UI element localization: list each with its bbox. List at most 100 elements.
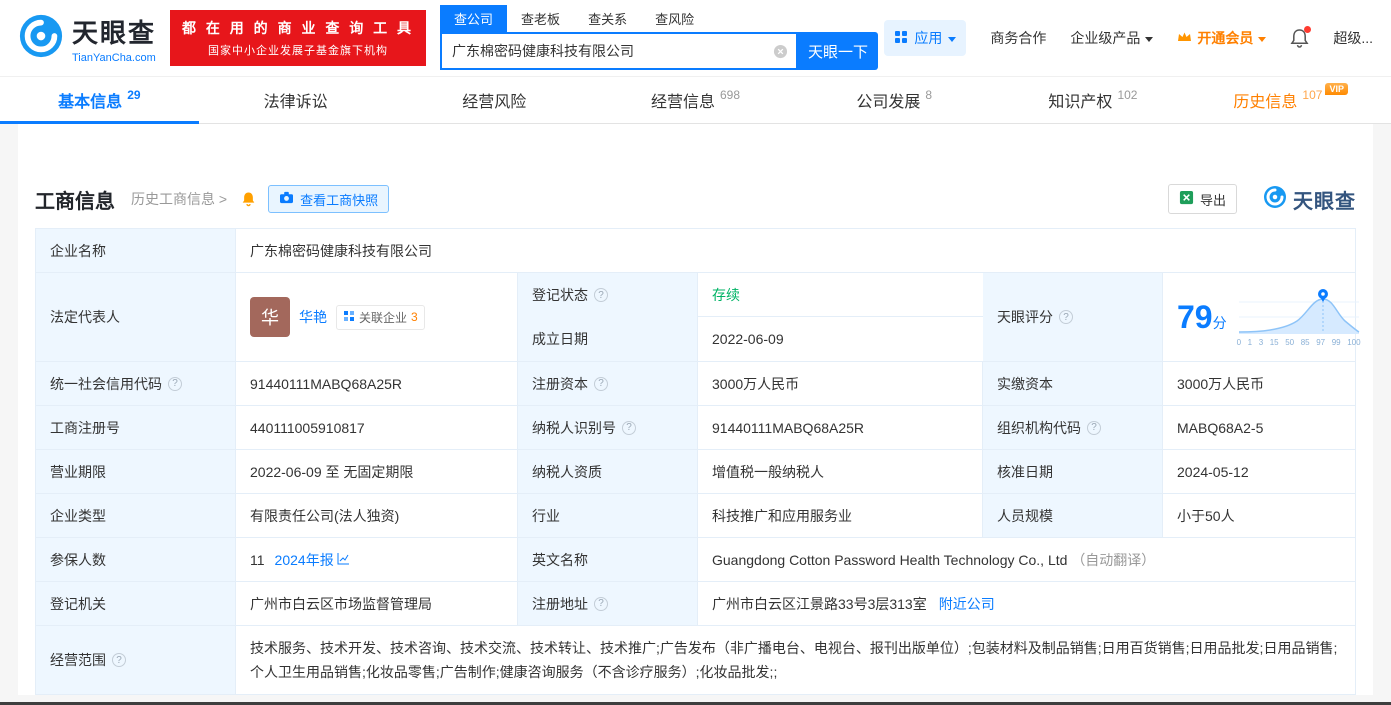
field-label: 企业类型 [36,494,236,537]
nav-super-label: 超级... [1333,30,1373,46]
label-text: 人员规模 [997,507,1053,524]
value-text: 3000万人民币 [712,375,800,392]
english-name-value: Guangdong Cotton Password Health Technol… [698,538,1355,581]
top-header: 天眼查 TianYanCha.com 都 在 用 的 商 业 查 询 工 具 国… [0,0,1391,76]
help-icon[interactable] [594,288,608,302]
label-text: 纳税人资质 [532,463,602,480]
tab-history-info[interactable]: 历史信息 107 VIP [1192,77,1391,123]
score-unit: 分 [1212,314,1227,331]
label-text: 企业类型 [50,507,106,524]
field-label: 注册资本 [518,362,698,405]
legal-rep-name-link[interactable]: 华艳 [299,307,327,327]
table-row: 统一社会信用代码 91440111MABQ68A25R 注册资本 3000万人民… [36,362,1355,406]
nav-vip[interactable]: 开通会员 [1177,28,1267,48]
annual-report-link[interactable]: 2024年报 [275,550,350,570]
search-tabs: 查公司 查老板 查关系 查风险 [440,5,878,32]
snapshot-button[interactable]: 查看工商快照 [268,185,390,213]
status-badge: 存续 [712,287,740,303]
export-button[interactable]: 导出 [1167,184,1237,214]
status-date-group: 登记状态 存续 成立日期 2022-06-09 [518,273,983,361]
field-value: 3000万人民币 [1163,362,1355,405]
tianyancha-logo-icon [18,13,64,64]
slogan-banner: 都 在 用 的 商 业 查 询 工 具 国家中小企业发展子基金旗下机构 [170,10,427,66]
score-digits: 79 [1177,298,1213,335]
chevron-down-icon [1258,36,1267,42]
help-icon[interactable] [1087,420,1101,435]
nav-enterprise[interactable]: 企业级产品 [1070,28,1154,48]
search-tab-relation[interactable]: 查关系 [574,5,641,32]
nav-cooperation[interactable]: 商务合作 [990,28,1046,48]
notification-bell-icon[interactable] [1290,25,1312,49]
nav-vip-label: 开通会员 [1197,30,1254,46]
value-text: 科技推广和应用服务业 [712,507,852,524]
nav-apps[interactable]: 应用 [884,20,967,56]
value-text: 2022-06-09 [712,331,784,347]
business-info-card: 工商信息 历史工商信息 > 查看工商快照 导出 天眼查 企业名称 广东棉密码健康… [18,124,1373,695]
help-icon[interactable] [168,376,182,391]
table-row: 工商注册号 440111005910817 纳税人识别号 91440111MAB… [36,406,1355,450]
search-button[interactable]: 天眼一下 [798,32,879,70]
nav-super-vip[interactable]: 超级... [1333,28,1373,48]
tab-operation-info[interactable]: 经营信息 698 [596,77,795,123]
business-info-table: 企业名称 广东棉密码健康科技有限公司 法定代表人 华 华艳 关联企业 3 登记状… [35,228,1361,695]
value-text: 91440111MABQ68A25R [250,375,403,392]
camera-icon [279,191,294,207]
field-label: 纳税人资质 [518,450,698,493]
label-text: 参保人数 [50,551,106,568]
field-label: 企业名称 [36,229,236,272]
nearby-companies-link[interactable]: 附近公司 [939,594,995,614]
value-text: 广州市白云区市场监督管理局 [250,595,432,612]
apps-grid-icon [894,30,908,47]
watermark-logo: 天眼查 [1263,185,1356,214]
search-input[interactable] [442,43,774,59]
field-label: 注册地址 [518,582,698,625]
history-business-info-link[interactable]: 历史工商信息 > [131,189,227,209]
monitor-bell-icon[interactable] [241,191,256,207]
label-text: 英文名称 [532,551,588,568]
label-text: 注册资本 [532,375,588,392]
help-icon[interactable] [112,653,126,667]
table-subrow: 成立日期 2022-06-09 [518,317,983,361]
search-tab-risk[interactable]: 查风险 [641,5,708,32]
tab-basic-info[interactable]: 基本信息 29 [0,77,199,124]
label-text: 组织机构代码 [997,419,1081,436]
clear-icon[interactable] [773,44,788,59]
help-icon[interactable] [594,376,608,391]
help-icon[interactable] [622,420,636,435]
help-icon[interactable] [1059,310,1073,324]
help-icon[interactable] [594,596,608,611]
search-row: 天眼一下 [440,32,879,70]
logo[interactable]: 天眼查 TianYanCha.com [18,13,156,64]
value-text: 增值税一般纳税人 [712,463,824,480]
tab-label: 法律诉讼 [263,94,328,111]
establish-date-value: 2022-06-09 [698,317,983,361]
tab-legal-litigation[interactable]: 法律诉讼 [199,77,398,123]
value-text: 2022-06-09 至 无固定期限 [250,463,414,480]
tab-label: 经营信息 [650,94,715,111]
excel-icon [1179,190,1194,208]
legal-rep-avatar[interactable]: 华 [250,297,290,337]
score-number: 79分 [1177,299,1227,336]
field-value: 有限责任公司(法人独资) [236,494,518,537]
field-value: 小于50人 [1163,494,1355,537]
tab-label: 知识产权 [1048,94,1113,111]
nav-enterprise-label: 企业级产品 [1070,30,1141,46]
related-companies-label: 关联企业 [359,310,408,325]
search-tab-boss[interactable]: 查老板 [507,5,574,32]
label-text: 核准日期 [997,463,1053,480]
field-label: 登记机关 [36,582,236,625]
table-row: 企业类型 有限责任公司(法人独资) 行业 科技推广和应用服务业 人员规模 小于5… [36,494,1355,538]
table-row: 企业名称 广东棉密码健康科技有限公司 [36,229,1355,273]
search-tab-company[interactable]: 查公司 [440,5,508,32]
related-companies-badge[interactable]: 关联企业 3 [336,304,425,330]
label-text: 登记机关 [50,595,106,612]
field-label: 参保人数 [36,538,236,581]
label-text: 成立日期 [532,331,588,347]
field-value: 2022-06-09 至 无固定期限 [236,450,518,493]
table-row: 登记机关 广州市白云区市场监督管理局 注册地址 广州市白云区江景路33号3层31… [36,582,1355,626]
tab-operation-risk[interactable]: 经营风险 [397,77,596,123]
slogan-line2: 国家中小企业发展子基金旗下机构 [208,45,389,57]
score-curve-chart [1238,289,1359,334]
tab-intellectual-property[interactable]: 知识产权 102 [994,77,1193,123]
tab-company-development[interactable]: 公司发展 8 [795,77,994,123]
